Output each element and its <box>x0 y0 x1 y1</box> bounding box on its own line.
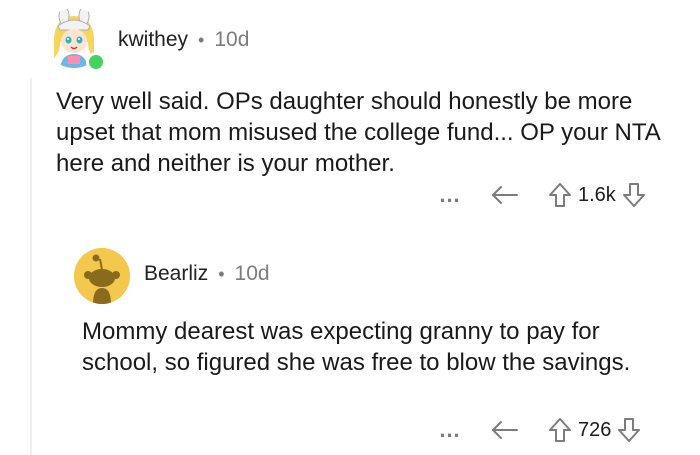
upvote-icon[interactable] <box>548 417 572 443</box>
snoo-avatar-icon <box>74 248 130 304</box>
comment-body: Mommy dearest was expecting granny to pa… <box>82 318 631 376</box>
comment-meta: Bearliz • 10d <box>144 262 270 286</box>
downvote-icon[interactable] <box>622 182 646 208</box>
comment-body: Very well said. OPs daughter should hone… <box>56 88 660 177</box>
reply-icon[interactable] <box>490 184 520 206</box>
reply-icon[interactable] <box>490 419 520 441</box>
meta-separator: • <box>198 29 205 50</box>
meta-separator: • <box>218 263 225 284</box>
comment-actions: ... 1.6k <box>436 182 646 208</box>
vote-count: 726 <box>578 418 612 441</box>
comment-age[interactable]: 10d <box>235 262 270 286</box>
online-status-indicator <box>86 52 106 72</box>
comment-meta: kwithey • 10d <box>118 28 249 52</box>
upvote-icon[interactable] <box>548 182 572 208</box>
downvote-icon[interactable] <box>617 417 641 443</box>
username[interactable]: kwithey <box>118 28 188 52</box>
more-icon[interactable]: ... <box>436 419 464 441</box>
more-icon[interactable]: ... <box>436 184 464 206</box>
comment: kwithey • 10d Very well said. OPs daught… <box>0 0 700 230</box>
comment-age[interactable]: 10d <box>214 28 249 52</box>
avatar[interactable] <box>74 248 130 304</box>
comment-actions: ... 726 <box>436 417 641 443</box>
vote-count: 1.6k <box>578 183 616 206</box>
username[interactable]: Bearliz <box>144 262 208 286</box>
